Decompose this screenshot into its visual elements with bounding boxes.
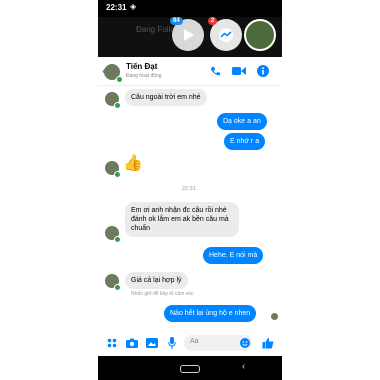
- messenger-icon: [219, 28, 233, 42]
- message-bubble[interactable]: Hehe. E nói mà: [203, 247, 264, 264]
- vibrate-icon: ◈: [130, 2, 137, 11]
- chat-head-badge-red: 2: [208, 17, 218, 25]
- like-icon[interactable]: [262, 337, 274, 349]
- nav-back-icon[interactable]: ‹: [242, 361, 245, 372]
- status-bar: 22:31 ◈: [98, 0, 282, 17]
- phone-call-icon[interactable]: [208, 65, 222, 77]
- message-bubble[interactable]: Em ơi anh nhận đc câu rồi nhé đánh ok lắ…: [125, 202, 239, 237]
- microphone-icon[interactable]: [166, 337, 178, 349]
- status-time: 22:31: [106, 3, 127, 12]
- online-indicator: [116, 76, 123, 83]
- chat-head-play[interactable]: 84: [170, 17, 204, 51]
- chat-head-badge: 84: [170, 17, 183, 25]
- conversation-header: ‹ Tiến Đạt Đang hoạt động: [98, 57, 282, 86]
- message-bubble[interactable]: Câu ngoài trời em nhé: [125, 89, 207, 106]
- seen-avatar: [271, 313, 278, 320]
- contact-status: Đang hoạt động: [126, 73, 162, 79]
- camera-icon[interactable]: [126, 337, 138, 349]
- like-sticker[interactable]: 👍: [123, 154, 143, 174]
- emoji-icon[interactable]: [239, 337, 251, 349]
- gallery-icon[interactable]: [146, 337, 158, 349]
- composer-bar: Aa: [98, 332, 282, 354]
- message-bubble[interactable]: Giá cả lại hợp lý: [125, 272, 188, 289]
- message-bubble[interactable]: Dạ oke a an: [217, 113, 267, 130]
- online-indicator: [114, 284, 121, 291]
- chat-head-contact[interactable]: [244, 19, 276, 51]
- message-list: Câu ngoài trời em nhé Dạ oke a an E nhớ …: [98, 86, 282, 326]
- online-indicator: [114, 171, 121, 178]
- message-input-placeholder: Aa: [190, 338, 199, 345]
- time-separator: 22:31: [182, 186, 196, 192]
- online-indicator: [114, 102, 121, 109]
- info-icon[interactable]: [256, 65, 270, 77]
- reaction-hint: Nhấn giữ để bày tỏ cảm xúc: [131, 291, 194, 297]
- chat-head-messenger[interactable]: 2: [208, 17, 242, 51]
- online-indicator: [114, 236, 121, 243]
- message-bubble[interactable]: E nhớ r a: [224, 133, 266, 150]
- home-button[interactable]: [180, 365, 200, 373]
- more-actions-icon[interactable]: [106, 337, 118, 349]
- video-call-icon[interactable]: [232, 65, 246, 77]
- phone-screen: 22:31 ◈ Đang Follow 84 2 ‹ Tiến Đạt Đang…: [98, 0, 282, 380]
- message-bubble[interactable]: Nào hết lại ủng hộ e nhen: [164, 305, 257, 322]
- play-icon: [184, 29, 194, 41]
- contact-name[interactable]: Tiến Đạt: [126, 62, 157, 71]
- android-nav-bar: ‹: [98, 356, 282, 380]
